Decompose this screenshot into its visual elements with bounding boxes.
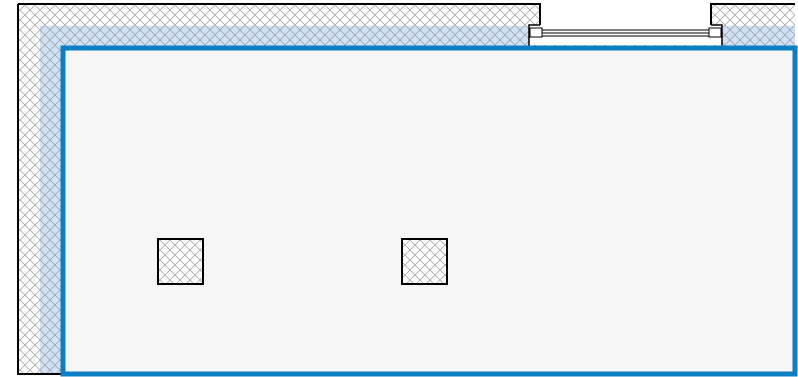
window-sash-right <box>708 27 722 38</box>
window-opening-bg <box>529 25 722 45</box>
column-1[interactable] <box>157 238 204 285</box>
window[interactable] <box>528 24 723 46</box>
room-selected[interactable] <box>60 45 798 377</box>
floor-plan-canvas[interactable] <box>0 0 798 377</box>
column-2[interactable] <box>401 238 448 285</box>
window-sash-left <box>529 27 543 38</box>
